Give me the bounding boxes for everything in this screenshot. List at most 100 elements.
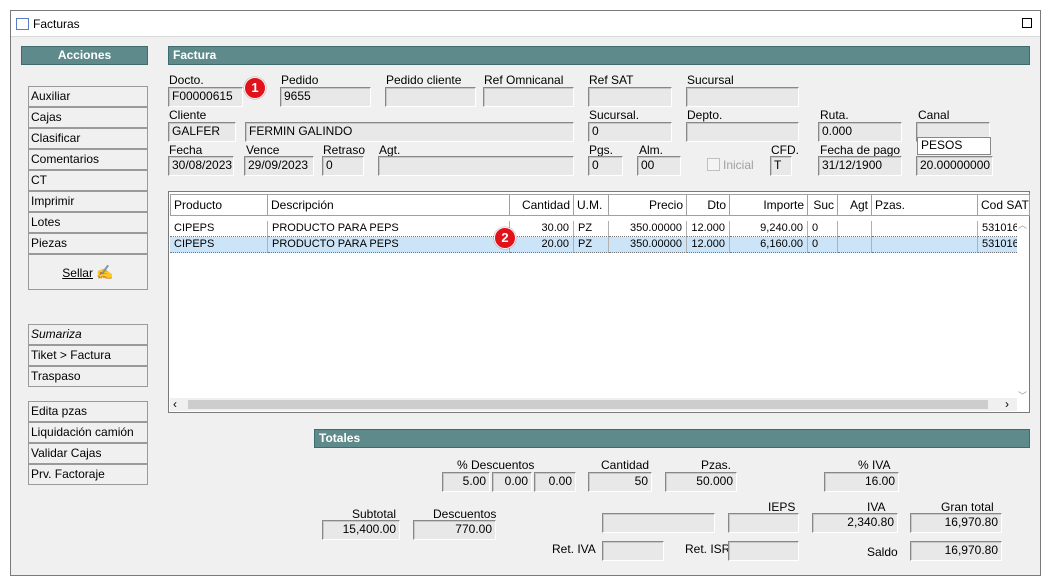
pedido-cliente-label: Pedido cliente	[386, 73, 462, 87]
fecha-field[interactable]: 30/08/2023	[168, 156, 234, 176]
cell-cod-sat: 5310160	[978, 237, 1019, 253]
cell-um: PZ	[574, 221, 609, 237]
sucursal-field[interactable]	[686, 87, 799, 107]
cfd-label: CFD.	[771, 143, 799, 157]
maximize-button[interactable]	[1022, 18, 1032, 28]
ret-isr-field[interactable]	[728, 541, 799, 561]
col-precio[interactable]: Precio	[609, 194, 687, 216]
col-producto[interactable]: Producto	[170, 194, 268, 216]
comentarios-button[interactable]: Comentarios	[28, 149, 148, 170]
pzas-label: Pzas.	[701, 458, 732, 472]
col-um[interactable]: U.M.	[574, 194, 609, 216]
descuento2-field[interactable]: 0.00	[492, 472, 532, 492]
ref-omnicanal-label: Ref Omnicanal	[484, 73, 564, 87]
sellar-button[interactable]: Sellar ✍	[28, 254, 148, 290]
sucursal2-label: Sucursal.	[589, 108, 640, 122]
agt-field[interactable]	[378, 156, 574, 176]
table-row[interactable]: CIPEPS PRODUCTO PARA PEPS 30.00 PZ 350.0…	[170, 221, 1019, 237]
ref-omnicanal-field[interactable]	[483, 87, 574, 107]
retraso-label: Retraso	[323, 143, 366, 157]
descuento3-field[interactable]: 0.00	[534, 472, 576, 492]
vence-field[interactable]: 29/09/2023	[244, 156, 314, 176]
cell-cod-sat: 5310160	[978, 221, 1019, 237]
unnamed-total-field[interactable]	[602, 513, 715, 533]
sumariza-button[interactable]: Sumariza	[28, 324, 148, 345]
pedido-field[interactable]: 9655	[280, 87, 371, 107]
pzas-total-field[interactable]: 50.000	[665, 472, 737, 492]
depto-field[interactable]	[686, 122, 799, 142]
cliente-label: Cliente	[169, 108, 207, 122]
auxiliar-button[interactable]: Auxiliar	[28, 86, 148, 107]
lines-grid[interactable]: Producto Descripción Cantidad U.M. Preci…	[168, 191, 1030, 413]
clasificar-button[interactable]: Clasificar	[28, 128, 148, 149]
cell-descripcion: PRODUCTO PARA PEPS	[268, 237, 510, 253]
sucursal2-field[interactable]: 0	[588, 122, 672, 142]
col-agt[interactable]: Agt	[838, 194, 872, 216]
piezas-button[interactable]: Piezas	[28, 233, 148, 254]
fecha-pago-field[interactable]: 31/12/1900	[818, 156, 902, 176]
saldo-field[interactable]: 16,970.80	[910, 541, 1002, 561]
cell-descripcion: PRODUCTO PARA PEPS	[268, 221, 510, 237]
ref-sat-field[interactable]	[588, 87, 672, 107]
traspaso-button[interactable]: Traspaso	[28, 366, 148, 387]
cliente-nombre-field[interactable]: FERMIN GALINDO	[245, 122, 574, 142]
ieps-field[interactable]	[728, 513, 799, 533]
cell-suc: 0	[808, 221, 838, 237]
pgs-field[interactable]: 0	[588, 156, 623, 176]
descuento1-field[interactable]: 5.00	[442, 472, 490, 492]
lotes-button[interactable]: Lotes	[28, 212, 148, 233]
pct-iva-field[interactable]: 16.00	[824, 472, 899, 492]
cell-dto: 12.000	[687, 221, 730, 237]
pedido-cliente-field[interactable]	[385, 87, 476, 107]
col-cod-sat[interactable]: Cod SAT	[978, 194, 1030, 216]
table-row-selected[interactable]: CIPEPS PRODUCTO PARA PEPS 20.00 PZ 350.0…	[170, 237, 1019, 253]
horizontal-scrollbar[interactable]: ‹ ›	[170, 397, 1017, 411]
col-importe[interactable]: Importe	[730, 194, 808, 216]
col-dto[interactable]: Dto	[687, 194, 730, 216]
col-pzas[interactable]: Pzas.	[872, 194, 978, 216]
col-descripcion[interactable]: Descripción	[268, 194, 510, 216]
edita-pzas-button[interactable]: Edita pzas	[28, 401, 148, 422]
cell-agt	[838, 221, 872, 237]
scroll-right-icon[interactable]: ›	[1005, 397, 1009, 411]
iva-field[interactable]: 2,340.80	[812, 513, 898, 533]
cfd-field[interactable]: T	[770, 156, 792, 176]
subtotal-field[interactable]: 15,400.00	[322, 520, 400, 540]
pedido-label: Pedido	[281, 73, 319, 87]
retraso-field[interactable]: 0	[322, 156, 364, 176]
cantidad-total-field[interactable]: 50	[588, 472, 652, 492]
tiket-factura-button[interactable]: Tiket > Factura	[28, 345, 148, 366]
docto-field[interactable]: F00000615	[168, 87, 243, 107]
scroll-down-icon[interactable]: ﹀	[1018, 389, 1027, 402]
liquidacion-camion-button[interactable]: Liquidación camión	[28, 422, 148, 443]
ruta-field[interactable]: 0.000	[818, 122, 902, 142]
cell-cantidad: 30.00	[510, 221, 574, 237]
window-title: Facturas	[33, 17, 80, 31]
cell-um: PZ	[574, 237, 609, 253]
alm-field[interactable]: 00	[637, 156, 681, 176]
imprimir-button[interactable]: Imprimir	[28, 191, 148, 212]
cell-importe: 6,160.00	[730, 237, 808, 253]
inicial-checkbox[interactable]	[707, 158, 720, 171]
scroll-left-icon[interactable]: ‹	[173, 397, 177, 411]
moneda-dropdown[interactable]: PESOS	[917, 137, 991, 155]
ct-button[interactable]: CT	[28, 170, 148, 191]
gran-total-field[interactable]: 16,970.80	[910, 513, 1002, 533]
subtotal-label: Subtotal	[352, 507, 397, 521]
scroll-thumb[interactable]	[188, 400, 988, 409]
inicial-label: Inicial	[723, 158, 754, 172]
descuentos-field[interactable]: 770.00	[413, 520, 496, 540]
factura-header: Factura	[168, 46, 1030, 65]
cajas-button[interactable]: Cajas	[28, 107, 148, 128]
prv-factoraje-button[interactable]: Prv. Factoraje	[28, 464, 148, 485]
cliente-codigo-field[interactable]: GALFER	[168, 122, 236, 142]
scroll-up-icon[interactable]: ︿	[1018, 218, 1027, 231]
validar-cajas-button[interactable]: Validar Cajas	[28, 443, 148, 464]
tipo-cambio-field[interactable]: 20.00000000	[916, 156, 993, 176]
ref-sat-label: Ref SAT	[589, 73, 634, 87]
ret-iva-field[interactable]	[602, 541, 664, 561]
col-cantidad[interactable]: Cantidad	[510, 194, 574, 216]
ret-isr-label: Ret. ISR	[685, 542, 731, 556]
vertical-scrollbar[interactable]: ︿ ﹀	[1017, 218, 1028, 402]
col-suc[interactable]: Suc	[808, 194, 838, 216]
